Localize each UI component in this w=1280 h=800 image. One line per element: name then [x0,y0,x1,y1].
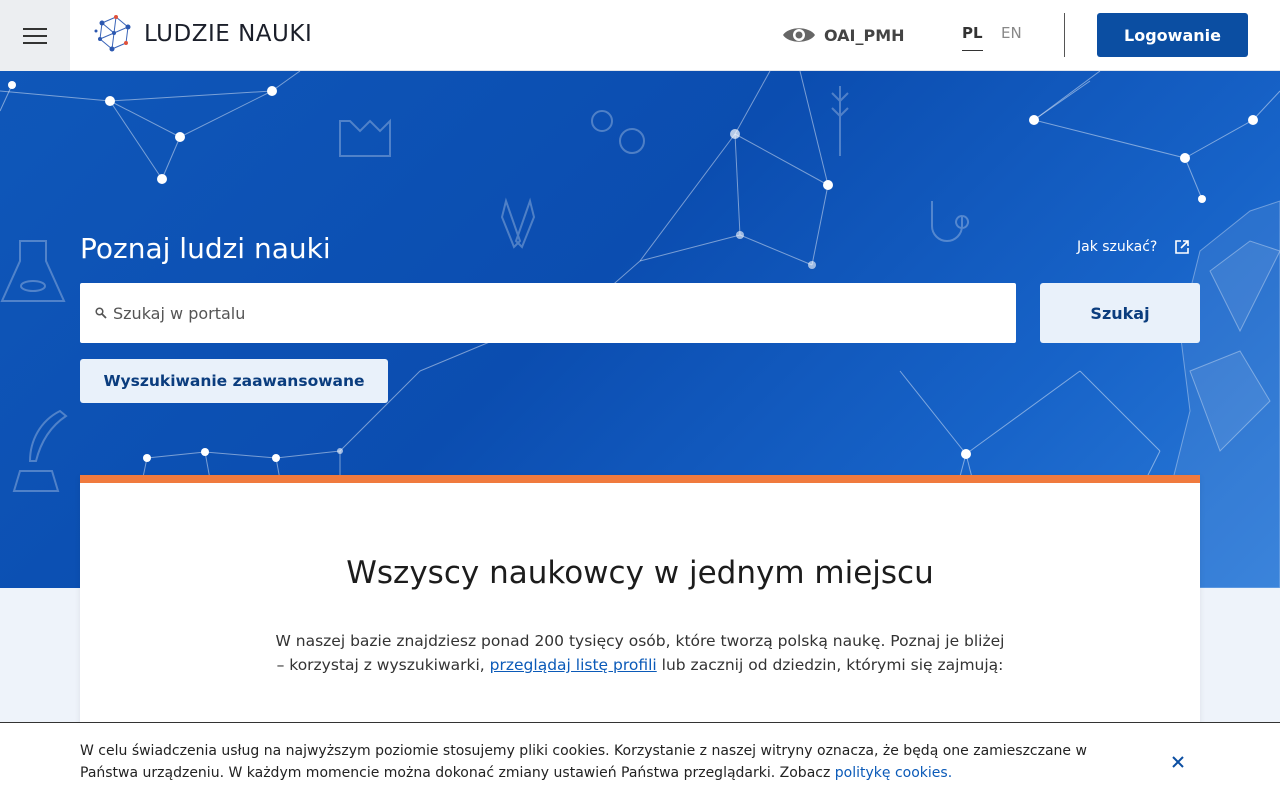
intro-text-after: lub zacznij od dziedzin, którymi się zaj… [656,656,1004,674]
search-box[interactable] [80,283,1016,343]
search-button[interactable]: Szukaj [1040,283,1200,343]
intro-card: Wszyscy naukowcy w jednym miejscu W nasz… [80,475,1200,735]
hero-title: Poznaj ludzi nauki [80,232,331,265]
profiles-list-link[interactable]: przeglądaj listę profili [490,656,657,674]
cookie-text: W celu świadczenia usług na najwyższym p… [80,740,1120,784]
search-icon [95,307,107,319]
menu-button[interactable] [0,0,70,71]
site-logo[interactable]: LUDZIE NAUKI [94,12,312,56]
close-icon [1172,756,1184,768]
cookie-close-button[interactable] [1166,750,1190,774]
help-link-label: Jak szukać? [1077,239,1158,255]
logo-network-icon [94,15,131,52]
header-divider [1064,13,1065,57]
oai-pmh-label: OAI_PMH [824,25,905,45]
cookie-policy-link[interactable]: politykę cookies. [835,765,952,781]
cookie-banner: W celu świadczenia usług na najwyższym p… [0,722,1280,800]
intro-text: W naszej bazie znajdziesz ponad 200 tysi… [270,629,1010,677]
oai-pmh-link[interactable]: OAI_PMH [782,20,905,50]
eye-icon [783,28,815,42]
hamburger-icon [23,27,47,44]
help-link[interactable]: Jak szukać? [1077,239,1190,255]
lang-en[interactable]: EN [1001,24,1022,42]
site-header: LUDZIE NAUKI OAI_PMH PL EN Logowanie [0,0,1280,71]
lang-pl[interactable]: PL [962,24,983,51]
advanced-search-button[interactable]: Wyszukiwanie zaawansowane [80,359,388,403]
logo-text: LUDZIE NAUKI [144,21,313,47]
search-input[interactable] [113,303,993,323]
external-link-icon [1175,240,1190,254]
login-button[interactable]: Logowanie [1097,13,1248,57]
intro-heading: Wszyscy naukowcy w jednym miejscu [346,555,934,591]
